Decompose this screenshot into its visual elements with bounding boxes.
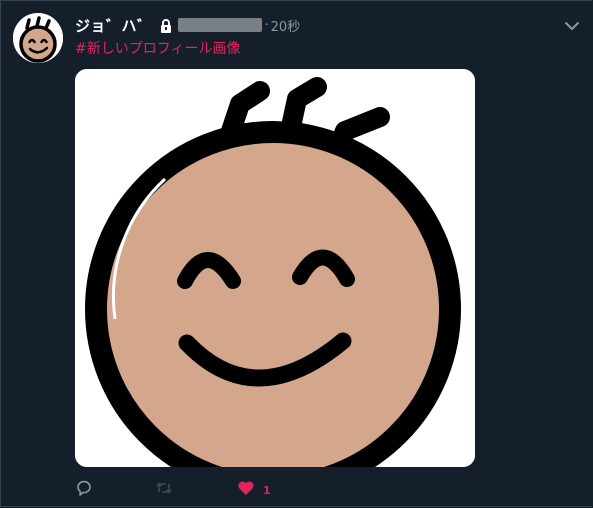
time-separator: · [264, 17, 269, 33]
like-button[interactable]: 1 [237, 479, 317, 501]
tweet[interactable]: ジョ゛ハ゛ · 20秒 #新しいプロフィール画像 1 [0, 0, 592, 507]
display-name[interactable]: ジョ゛ハ゛ [75, 15, 153, 36]
retweet-button[interactable] [155, 479, 237, 501]
retweet-icon [155, 479, 173, 501]
reply-icon [75, 479, 93, 501]
reply-button[interactable] [75, 479, 155, 501]
face-drawing [75, 69, 475, 467]
tweet-actions: 1 [75, 479, 317, 501]
lock-icon [160, 18, 172, 33]
tweet-header: ジョ゛ハ゛ · 20秒 [75, 15, 300, 35]
handle-redacted [177, 18, 262, 32]
like-count: 1 [263, 483, 271, 497]
tweet-media-image[interactable] [75, 69, 475, 467]
timestamp[interactable]: 20秒 [271, 16, 301, 35]
chevron-down-icon[interactable] [564, 17, 580, 30]
avatar[interactable] [13, 13, 63, 63]
avatar-face-image [13, 13, 63, 63]
heart-icon [237, 479, 255, 501]
hashtag-link[interactable]: #新しいプロフィール画像 [75, 38, 240, 58]
